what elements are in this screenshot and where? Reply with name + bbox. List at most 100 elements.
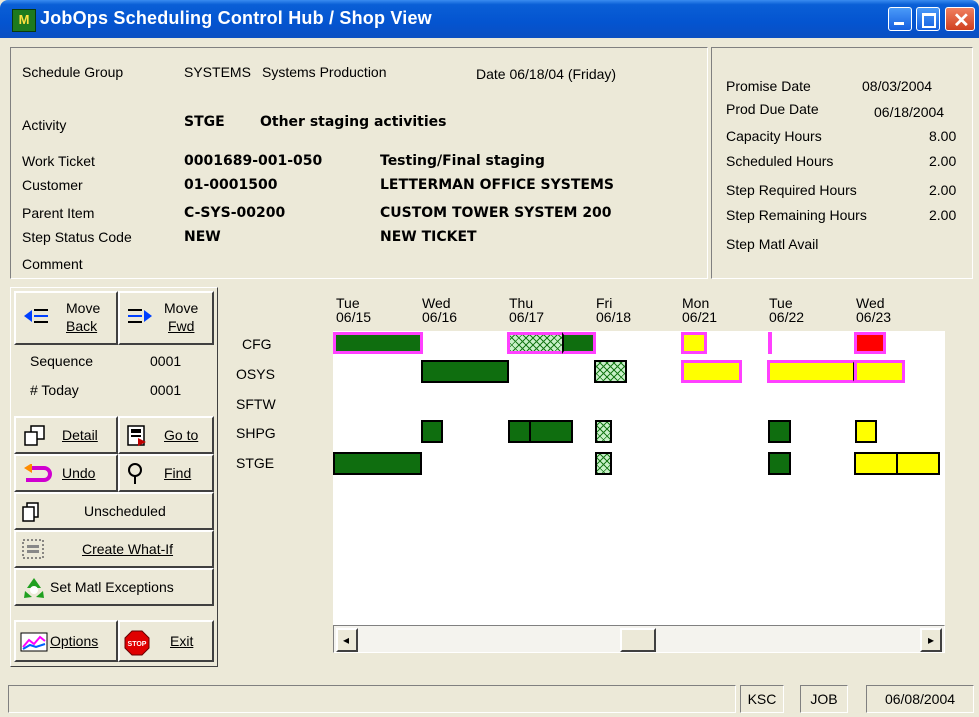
goto-button[interactable]: Go to [118,416,214,454]
work-ticket-desc: Testing/Final staging [380,153,545,169]
parent-item-desc: CUSTOM TOWER SYSTEM 200 [380,205,612,221]
schedule-bar[interactable] [681,360,742,383]
options-chart-icon [20,632,48,652]
step-status-value: NEW [184,229,221,245]
schedule-bar[interactable] [508,420,531,443]
schedule-group-name: Systems Production [262,64,387,80]
today-value: 0001 [150,382,182,398]
required-hours-value: 2.00 [929,182,957,198]
set-matl-exceptions-button[interactable]: Set Matl Exceptions [14,568,214,606]
schedule-bar[interactable] [594,360,627,383]
schedule-bar[interactable] [768,420,791,443]
schedule-bar[interactable] [896,452,940,475]
minimize-button[interactable] [888,7,912,31]
goto-icon [127,425,146,446]
required-hours-label: Step Required Hours [726,182,857,198]
title-bar: M JobOps Scheduling Control Hub / Shop V… [0,0,979,38]
find-icon [128,463,142,484]
status-pane-message [8,685,736,713]
work-ticket-label: Work Ticket [22,153,95,169]
work-ticket-value: 0001689-001-050 [184,153,323,169]
app-icon: M [12,9,36,32]
options-label: Options [50,633,99,649]
schedule-bar[interactable] [854,332,886,354]
move-fwd-label-1: Move [164,300,199,316]
resource-label-cfg: CFG [242,336,272,352]
activity-label: Activity [22,117,67,133]
sequence-label: Sequence [30,353,94,369]
schedule-bar[interactable] [854,452,898,475]
step-matl-avail-label: Step Matl Avail [726,236,819,252]
parent-item-value: C-SYS-00200 [184,205,286,221]
find-button[interactable]: Find [118,454,214,492]
schedule-bar[interactable] [529,420,573,443]
schedule-bar[interactable] [595,452,612,475]
activity-code: STGE [184,114,225,130]
options-button[interactable]: Options [14,620,118,662]
promise-date-label: Promise Date [726,78,811,94]
gantt-horizontal-scrollbar[interactable]: ◂ ▸ [333,625,945,653]
set-matl-exceptions-label: Set Matl Exceptions [50,579,174,595]
day-header: Tue 06/15 [336,295,372,325]
detail-label: Detail [62,427,98,443]
schedule-group-label: Schedule Group [22,64,124,80]
scroll-right-icon: ▸ [928,633,935,647]
exit-label: Exit [170,633,194,649]
day-header: Wed 06/23 [856,295,892,325]
promise-date-value: 08/03/2004 [862,78,933,94]
scroll-left-icon: ◂ [343,633,350,647]
schedule-bar[interactable] [562,332,596,354]
undo-button[interactable]: Undo [14,454,118,492]
exit-button[interactable]: STOP Exit [118,620,214,662]
create-what-if-button[interactable]: Create What-If [14,530,214,568]
svg-text:STOP: STOP [128,641,147,648]
resource-label-sftw: SFTW [236,396,276,412]
scroll-thumb[interactable] [620,628,656,652]
schedule-bar[interactable] [595,420,612,443]
schedule-bar[interactable] [421,360,509,383]
prod-due-value: 06/18/2004 [874,104,945,120]
undo-icon [24,464,52,482]
scroll-right-button[interactable]: ▸ [920,628,942,652]
day-header: Fri 06/18 [596,295,632,325]
maximize-button[interactable] [916,7,940,31]
capacity-hours-value: 8.00 [929,128,957,144]
scheduled-hours-label: Scheduled Hours [726,153,834,169]
scroll-left-button[interactable]: ◂ [336,628,358,652]
sequence-value: 0001 [150,353,182,369]
schedule-bar[interactable] [333,452,422,475]
schedule-bar[interactable] [767,360,855,383]
schedule-bar[interactable] [681,332,707,354]
detail-button[interactable]: Detail [14,416,118,454]
day-header: Mon 06/21 [682,295,718,325]
status-pane-mode: JOB [800,685,848,713]
schedule-bar[interactable] [854,360,905,383]
move-back-label-2: Back [66,318,98,334]
unscheduled-button[interactable]: Unscheduled [14,492,214,530]
close-icon: ✕ [953,10,970,32]
close-button[interactable]: ✕ [945,7,975,32]
schedule-bar[interactable] [507,332,563,354]
move-fwd-button[interactable]: Move Fwd [118,291,214,345]
day-header: Thu 06/17 [509,295,545,325]
step-status-label: Step Status Code [22,229,132,245]
create-what-if-label: Create What-If [82,541,174,557]
customer-name: LETTERMAN OFFICE SYSTEMS [380,177,614,193]
resource-label-stge: STGE [236,455,275,471]
schedule-bar[interactable] [768,332,772,354]
scheduled-hours-value: 2.00 [929,153,957,169]
goto-label: Go to [164,427,199,443]
move-back-button[interactable]: Move Back [14,291,118,345]
status-pane-user: KSC [740,685,784,713]
unscheduled-icon [22,502,39,522]
day-header: Wed 06/16 [422,295,458,325]
schedule-bar[interactable] [768,452,791,475]
move-fwd-icon [128,309,152,323]
capacity-hours-label: Capacity Hours [726,128,822,144]
schedule-bar[interactable] [333,332,423,354]
schedule-bar[interactable] [421,420,443,443]
today-label: # Today [30,382,79,398]
schedule-bar[interactable] [855,420,877,443]
customer-value: 01-0001500 [184,177,278,193]
move-back-label-1: Move [66,300,101,316]
